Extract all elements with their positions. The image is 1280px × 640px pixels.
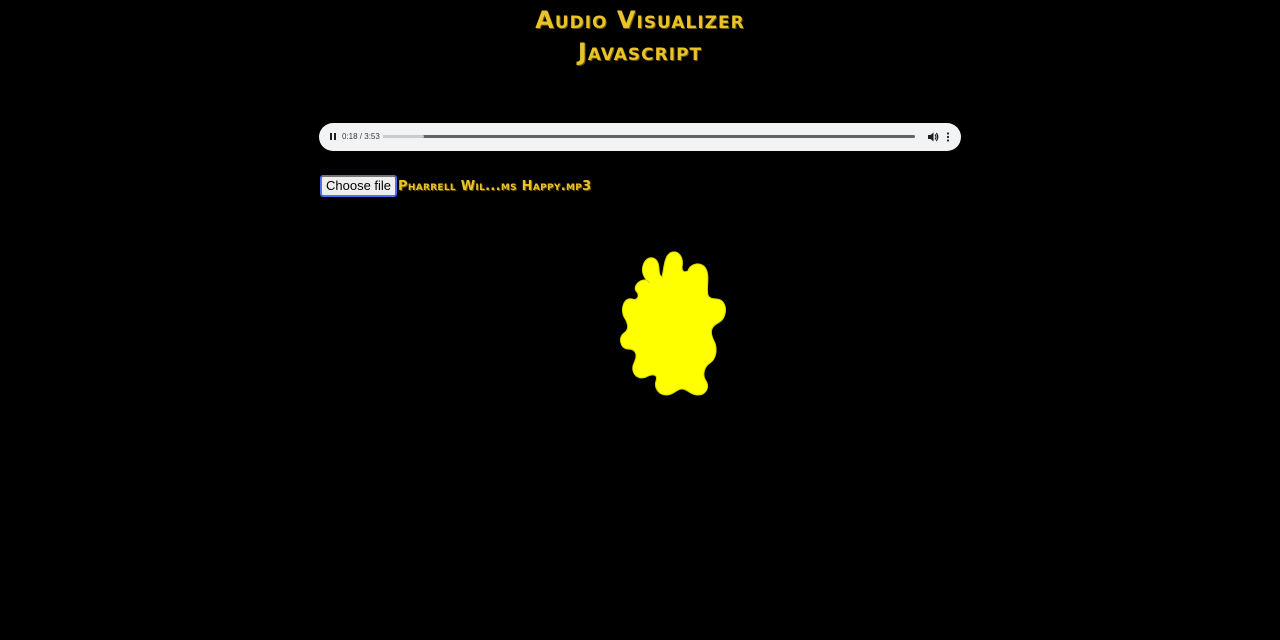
title-line-2: Javascript [577,38,703,66]
title-line-1: Audio Visualizer [535,6,745,34]
volume-icon[interactable] [926,130,940,144]
file-input[interactable]: Choose file Pharrell Wil...ms Happy.mp3 [319,175,592,197]
pause-icon[interactable] [327,131,339,143]
selected-file-name: Pharrell Wil...ms Happy.mp3 [398,178,592,194]
choose-file-button[interactable]: Choose file [319,175,398,197]
audio-visualizer [610,245,740,400]
seek-bar[interactable] [383,135,915,138]
splat-blob-icon [620,251,726,396]
audio-player[interactable]: 0:18 / 3:53 [319,123,961,151]
more-vertical-icon[interactable] [942,130,954,144]
page-title: Audio Visualizer Javascript [0,4,1280,68]
time-display: 0:18 / 3:53 [342,132,380,141]
seek-bar-progress [383,135,424,138]
